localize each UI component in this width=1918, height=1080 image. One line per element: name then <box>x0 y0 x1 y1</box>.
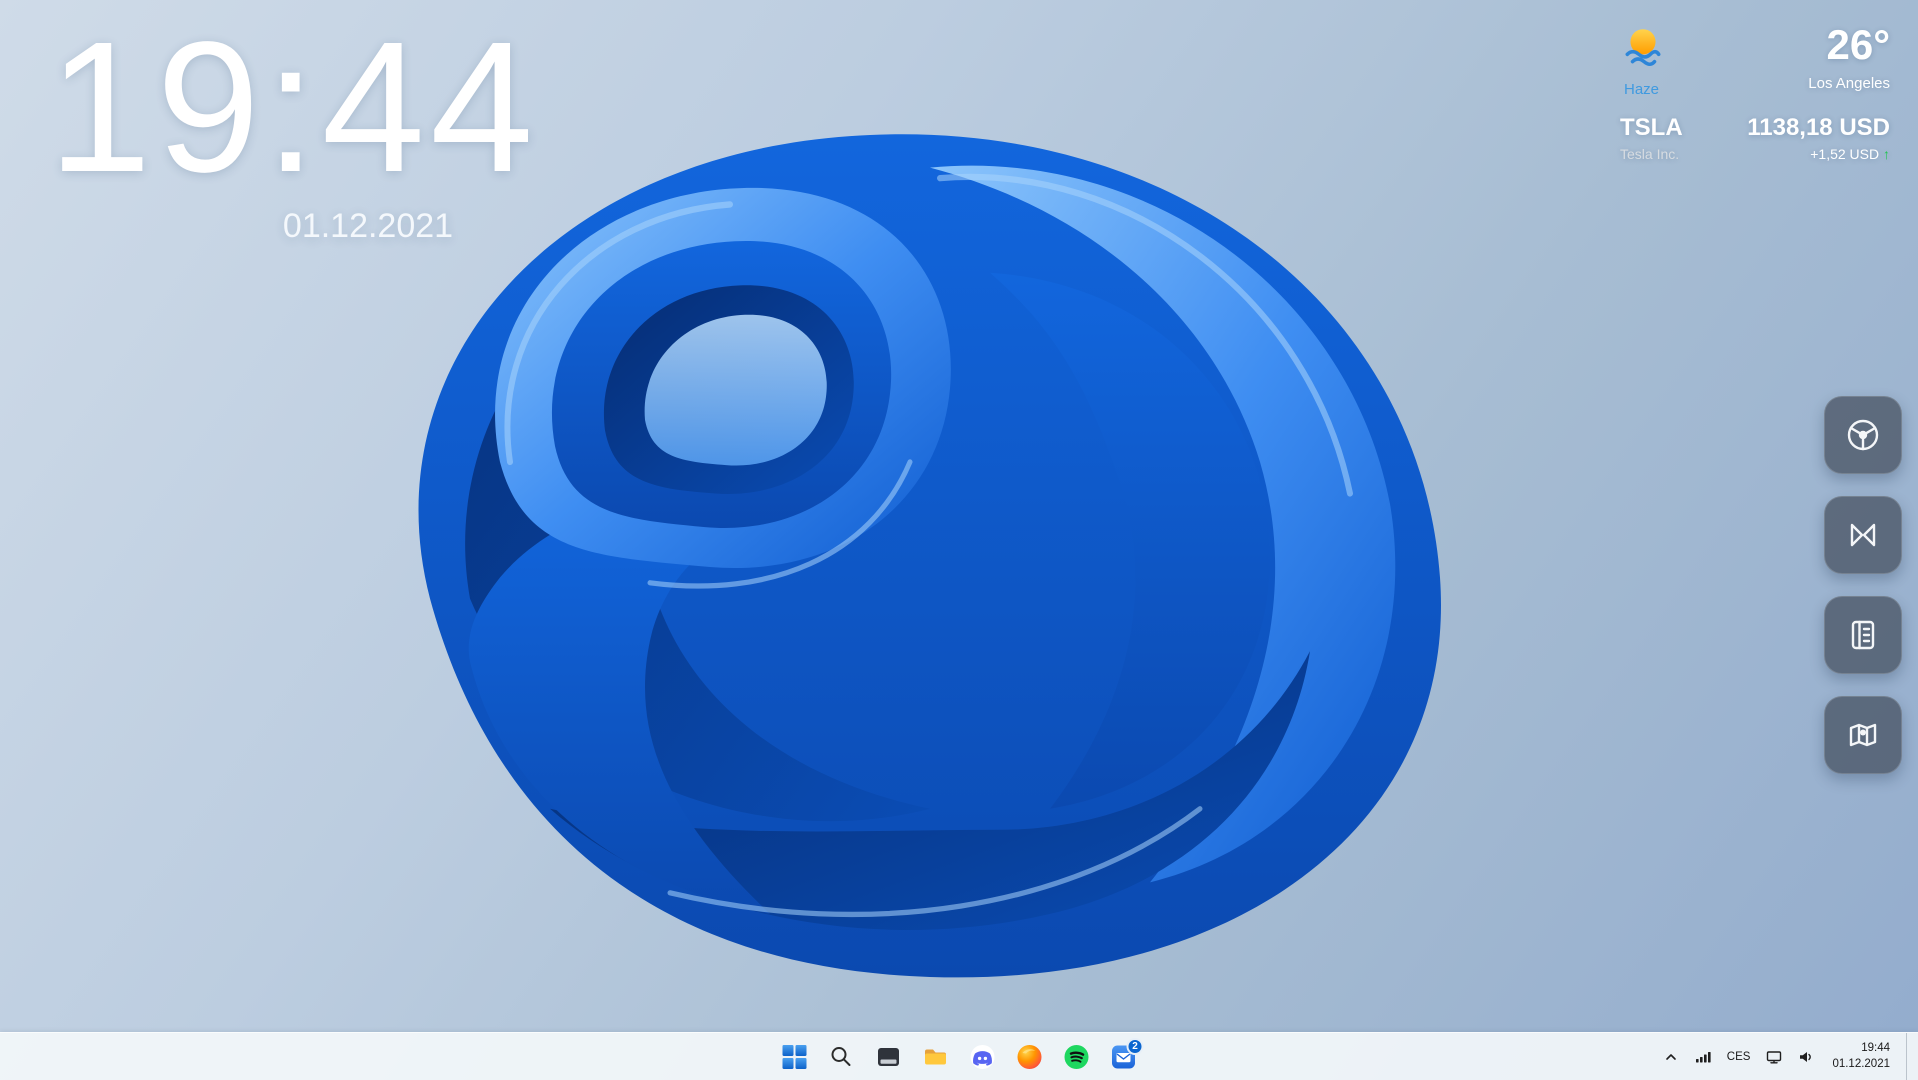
stock-symbol: TSLA <box>1620 114 1683 141</box>
display-button[interactable] <box>1764 1041 1784 1073</box>
network-button[interactable] <box>1693 1041 1713 1073</box>
sun-haze-icon <box>1625 29 1661 67</box>
dock-item-maps[interactable] <box>1824 696 1902 774</box>
stock-up-arrow-icon: ↑ <box>1883 146 1890 162</box>
tray-clock[interactable]: 19:44 01.12.2021 <box>1828 1041 1894 1072</box>
volume-button[interactable] <box>1796 1041 1816 1073</box>
spotify-icon <box>1064 1044 1089 1069</box>
language-indicator[interactable]: CES <box>1725 1041 1753 1073</box>
file-explorer-icon <box>925 1049 946 1064</box>
desktop-dock <box>1824 396 1902 774</box>
mail-button[interactable]: 2 <box>1104 1037 1144 1077</box>
desktop-background[interactable]: 19:44 01.12.2021 Haze 26° Los Angeles TS… <box>0 0 1918 1080</box>
chevron-up-icon <box>1665 1053 1676 1060</box>
stock-price: 1138,18 USD <box>1747 114 1890 141</box>
window-icon <box>878 1047 899 1066</box>
clock-time: 19:44 <box>48 4 539 211</box>
network-signal-icon <box>1695 1051 1711 1062</box>
visual-studio-icon <box>1850 523 1876 547</box>
weather-stock-widget: Haze 26° Los Angeles TSLA Tesla Inc. 113… <box>1620 21 1890 163</box>
firefox-button[interactable] <box>1010 1037 1050 1077</box>
file-explorer-button[interactable] <box>916 1037 956 1077</box>
dock-item-visual-studio[interactable] <box>1824 496 1902 574</box>
tray-date: 01.12.2021 <box>1832 1057 1890 1070</box>
dial-icon <box>1847 419 1879 451</box>
notebook-icon <box>1851 620 1875 650</box>
system-tray: CES 19:44 01.12.2021 <box>1661 1033 1912 1080</box>
volume-icon <box>1800 1051 1812 1062</box>
show-desktop-button[interactable] <box>1906 1033 1912 1080</box>
start-icon <box>782 1044 807 1069</box>
stock-company: Tesla Inc. <box>1620 146 1680 162</box>
clock-date: 01.12.2021 <box>282 207 454 246</box>
weather-condition: Haze <box>1624 81 1660 98</box>
weather-temperature: 26° <box>1826 21 1890 68</box>
discord-button[interactable] <box>963 1037 1003 1077</box>
tray-time: 19:44 <box>1861 1041 1890 1054</box>
taskbar: 2 CES 19:44 01.12.2021 <box>0 1032 1918 1080</box>
stock-change: +1,52 USD ↑ <box>1747 146 1890 162</box>
discord-icon <box>970 1044 995 1069</box>
clock-widget: 19:44 01.12.2021 <box>48 10 688 246</box>
dock-item-notebook[interactable] <box>1824 596 1902 674</box>
display-icon <box>1767 1050 1782 1064</box>
weather-location: Los Angeles <box>1808 75 1890 92</box>
search-button[interactable] <box>822 1037 862 1077</box>
weather-row: Haze 26° Los Angeles <box>1620 21 1890 99</box>
taskbar-center: 2 <box>775 1033 1144 1080</box>
tray-overflow-button[interactable] <box>1661 1041 1681 1073</box>
stock-row: TSLA Tesla Inc. 1138,18 USD +1,52 USD ↑ <box>1620 114 1890 162</box>
maps-icon <box>1849 723 1877 747</box>
dark-window-button[interactable] <box>869 1037 909 1077</box>
mail-badge: 2 <box>1126 1037 1144 1055</box>
firefox-icon <box>1017 1044 1042 1069</box>
stock-change-value: +1,52 USD <box>1810 146 1880 162</box>
spotify-button[interactable] <box>1057 1037 1097 1077</box>
dock-item-dial[interactable] <box>1824 396 1902 474</box>
start-button[interactable] <box>775 1037 815 1077</box>
search-icon <box>831 1046 851 1066</box>
